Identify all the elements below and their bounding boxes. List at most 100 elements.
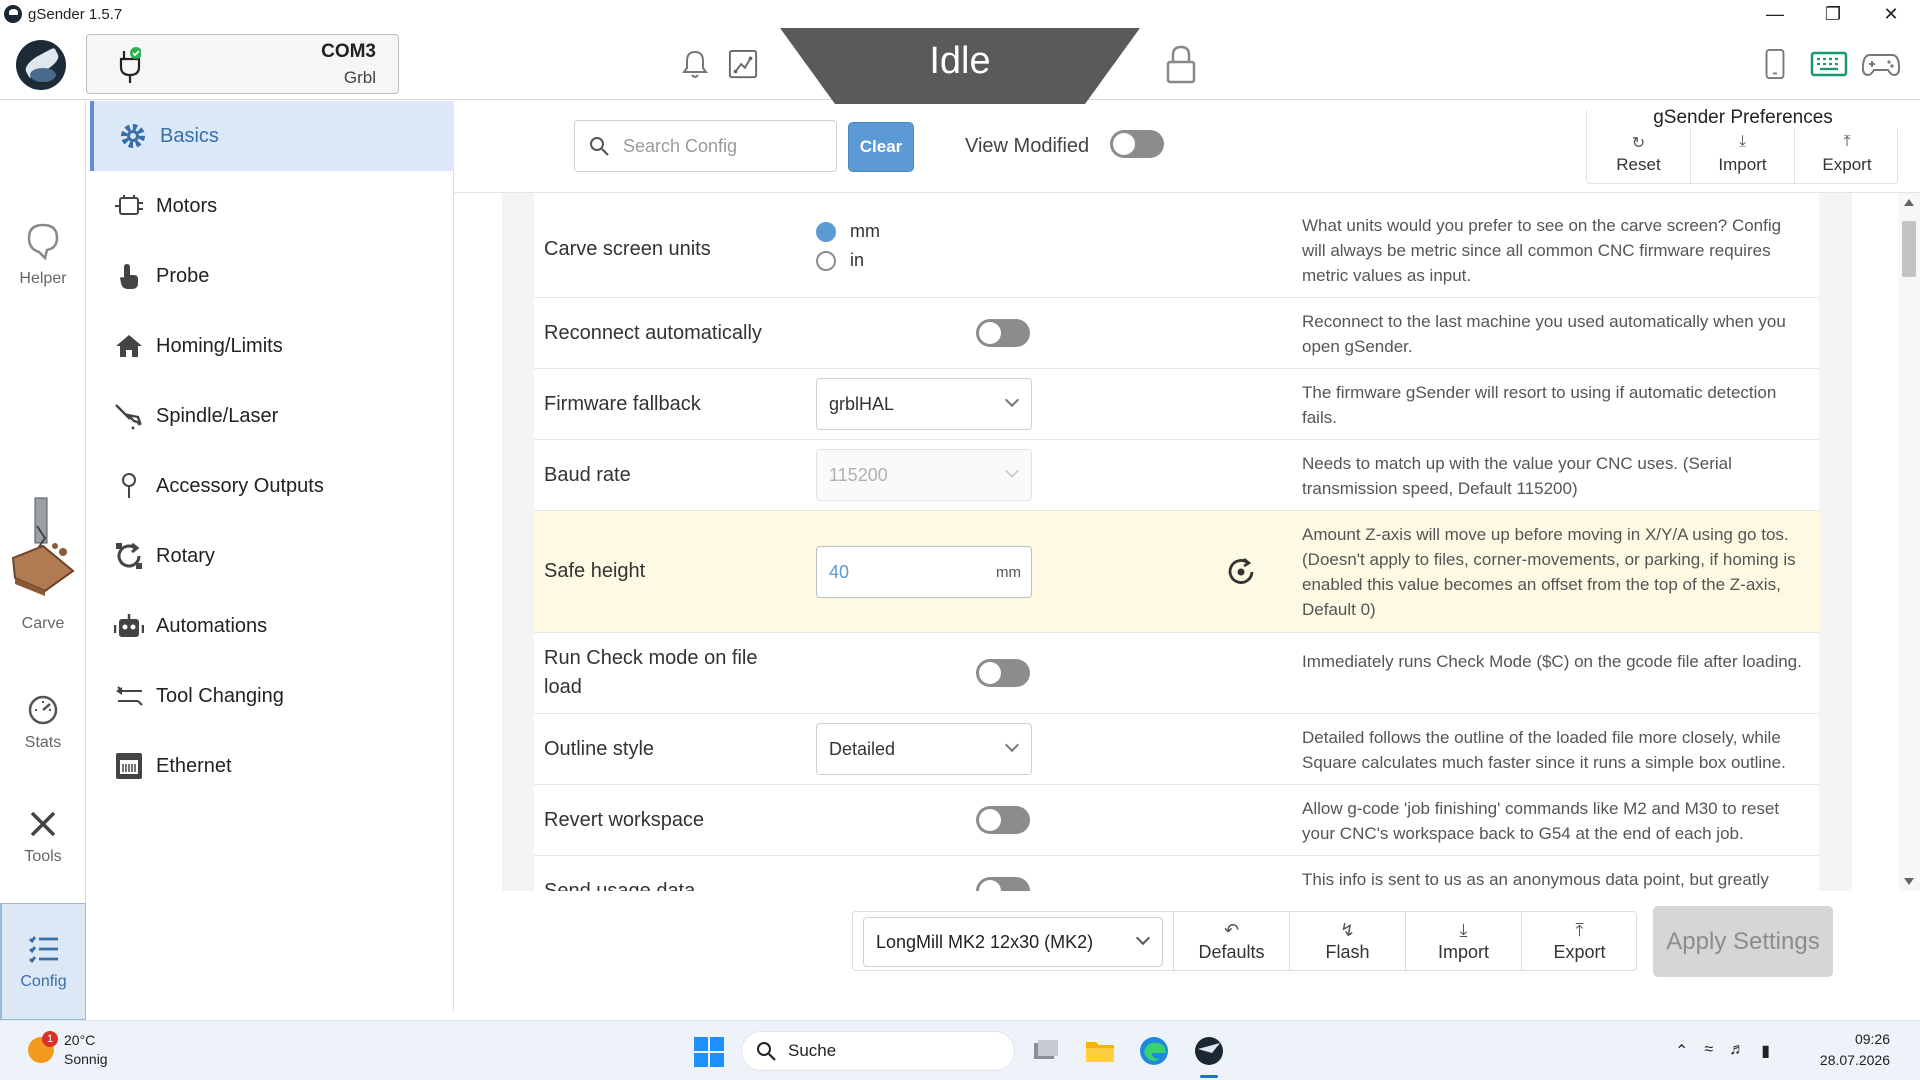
reconnect-toggle[interactable] xyxy=(976,319,1030,347)
check-mode-toggle[interactable] xyxy=(976,659,1030,687)
prefs-import-button[interactable]: ⤓ Import xyxy=(1691,129,1795,183)
lock-icon[interactable] xyxy=(1164,44,1198,84)
view-modified-toggle[interactable] xyxy=(1110,130,1164,158)
left-rail: Helper Carve Stats Tools Config xyxy=(0,101,86,1020)
minimize-button[interactable]: — xyxy=(1746,0,1804,28)
taskbar-search[interactable]: Suche xyxy=(741,1031,1015,1071)
radio-label: mm xyxy=(850,221,880,241)
gamepad-icon[interactable] xyxy=(1862,48,1900,80)
chevron-up-icon[interactable]: ⌃ xyxy=(1675,1041,1688,1061)
setting-description: What units would you prefer to see on th… xyxy=(1302,216,1782,285)
sidebar-item-ethernet[interactable]: Ethernet xyxy=(90,731,454,801)
setting-label: Baud rate xyxy=(544,464,631,486)
config-icon xyxy=(28,936,58,964)
rail-helper[interactable]: Helper xyxy=(0,221,86,288)
outline-style-select[interactable]: Detailed xyxy=(816,723,1032,775)
window-title: gSender 1.5.7 xyxy=(28,5,123,23)
rail-carve[interactable]: Carve xyxy=(0,496,86,633)
rail-carve-label: Carve xyxy=(21,615,65,632)
bell-icon[interactable] xyxy=(680,48,710,80)
restore-button[interactable]: ❐ xyxy=(1804,0,1862,28)
input-value: 40 xyxy=(829,561,850,582)
sidebar-item-label: Tool Changing xyxy=(156,684,284,707)
radio-dot xyxy=(816,250,836,271)
setting-label: Run Check mode on file load xyxy=(544,647,758,698)
sidebar-item-probe[interactable]: Probe xyxy=(90,241,454,311)
safe-height-input[interactable]: 40 mm xyxy=(816,546,1032,598)
task-view-icon[interactable] xyxy=(1030,1035,1062,1067)
weather-condition: Sonnig xyxy=(64,1051,108,1067)
connection-button[interactable]: COM3 Grbl xyxy=(86,34,399,94)
radio-in[interactable]: in xyxy=(816,250,864,271)
clear-button[interactable]: Clear xyxy=(848,122,914,172)
windows-start-icon[interactable] xyxy=(694,1037,724,1067)
sidebar-item-basics[interactable]: Basics xyxy=(90,101,454,171)
weather-widget[interactable]: 1 20°C Sonnig xyxy=(28,1031,108,1069)
connection-port: COM3 xyxy=(321,41,376,62)
search-input[interactable]: Search Config xyxy=(574,120,837,172)
sidebar-item-tool-changing[interactable]: Tool Changing xyxy=(90,661,454,731)
phone-icon[interactable] xyxy=(1760,48,1790,80)
sidebar-item-homing[interactable]: Homing/Limits xyxy=(90,311,454,381)
rail-config[interactable]: Config xyxy=(0,903,86,1020)
settings-scrollbar[interactable] xyxy=(1898,193,1920,891)
usage-data-toggle[interactable] xyxy=(976,877,1030,891)
sidebar-item-accessory[interactable]: Accessory Outputs xyxy=(90,451,454,521)
chevron-down-icon xyxy=(1135,930,1151,946)
prefs-reset-label: Reset xyxy=(1616,155,1661,174)
sidebar-item-spindle[interactable]: Spindle/Laser xyxy=(90,381,454,451)
rail-tools[interactable]: Tools xyxy=(0,809,86,866)
rail-stats[interactable]: Stats xyxy=(0,693,86,752)
import-button[interactable]: ⤓ Import xyxy=(1405,912,1521,970)
setting-label: Safe height xyxy=(544,560,646,582)
flash-label: Flash xyxy=(1325,942,1370,962)
revert-workspace-toggle[interactable] xyxy=(976,806,1030,834)
notification-badge: 1 xyxy=(42,1031,58,1047)
scroll-thumb[interactable] xyxy=(1902,221,1916,277)
sidebar-item-motors[interactable]: Motors xyxy=(90,171,454,241)
machine-profile-bar: LongMill MK2 12x30 (MK2) ↶ Defaults ↯ Fl… xyxy=(852,911,1637,971)
input-unit: mm xyxy=(996,563,1021,581)
diagram-icon[interactable] xyxy=(728,48,758,80)
active-app-indicator xyxy=(1200,1075,1218,1078)
scroll-down-icon[interactable] xyxy=(1904,878,1914,885)
prefs-export-button[interactable]: ⤒ Export xyxy=(1795,129,1899,183)
setting-label: Reconnect automatically xyxy=(544,322,762,344)
flash-button[interactable]: ↯ Flash xyxy=(1289,912,1405,970)
radio-mm[interactable]: mm xyxy=(816,221,880,242)
taskbar-search-label: Suche xyxy=(788,1041,837,1060)
reset-icon: ↻ xyxy=(1631,135,1646,152)
prefs-reset-button[interactable]: ↻ Reset xyxy=(1587,129,1691,183)
prefs-export-label: Export xyxy=(1822,155,1872,174)
gsender-taskbar-icon[interactable] xyxy=(1193,1035,1225,1067)
rail-stats-label: Stats xyxy=(24,734,62,751)
rail-helper-label: Helper xyxy=(19,270,67,287)
keyboard-icon[interactable] xyxy=(1810,48,1848,80)
chevron-down-icon xyxy=(1004,392,1020,408)
setting-check-mode: Run Check mode on file load Immediately … xyxy=(534,633,1819,714)
setting-revert-workspace: Revert workspace Allow g-code 'job finis… xyxy=(534,785,1819,856)
battery-icon[interactable]: ▮ xyxy=(1761,1041,1770,1061)
firmware-fallback-select[interactable]: grblHAL xyxy=(816,378,1032,430)
clock[interactable]: 09:26 28.07.2026 xyxy=(1820,1029,1890,1071)
reset-default-icon[interactable] xyxy=(1224,555,1258,589)
file-explorer-icon[interactable] xyxy=(1084,1035,1116,1067)
defaults-button[interactable]: ↶ Defaults xyxy=(1173,912,1289,970)
scroll-up-icon[interactable] xyxy=(1904,199,1914,206)
chevron-down-icon xyxy=(1004,737,1020,753)
close-button[interactable]: ✕ xyxy=(1862,0,1920,28)
rail-tools-label: Tools xyxy=(24,848,62,865)
sidebar-item-automations[interactable]: Automations xyxy=(90,591,454,661)
wifi-icon[interactable]: ≈ xyxy=(1704,1041,1713,1061)
setting-label: Carve screen units xyxy=(544,238,711,260)
system-tray: ⌃ ≈ ♬ ▮ xyxy=(1675,1041,1770,1061)
sidebar-item-rotary[interactable]: Rotary xyxy=(90,521,454,591)
volume-icon[interactable]: ♬ xyxy=(1729,1041,1745,1061)
machine-profile-select[interactable]: LongMill MK2 12x30 (MK2) xyxy=(863,917,1163,967)
rotary-icon xyxy=(114,541,144,571)
export-button[interactable]: ⤒ Export xyxy=(1521,912,1637,970)
tools-icon xyxy=(30,811,56,837)
accessory-icon xyxy=(114,471,144,501)
edge-icon[interactable] xyxy=(1138,1035,1170,1067)
apply-settings-button[interactable]: Apply Settings xyxy=(1653,906,1833,977)
